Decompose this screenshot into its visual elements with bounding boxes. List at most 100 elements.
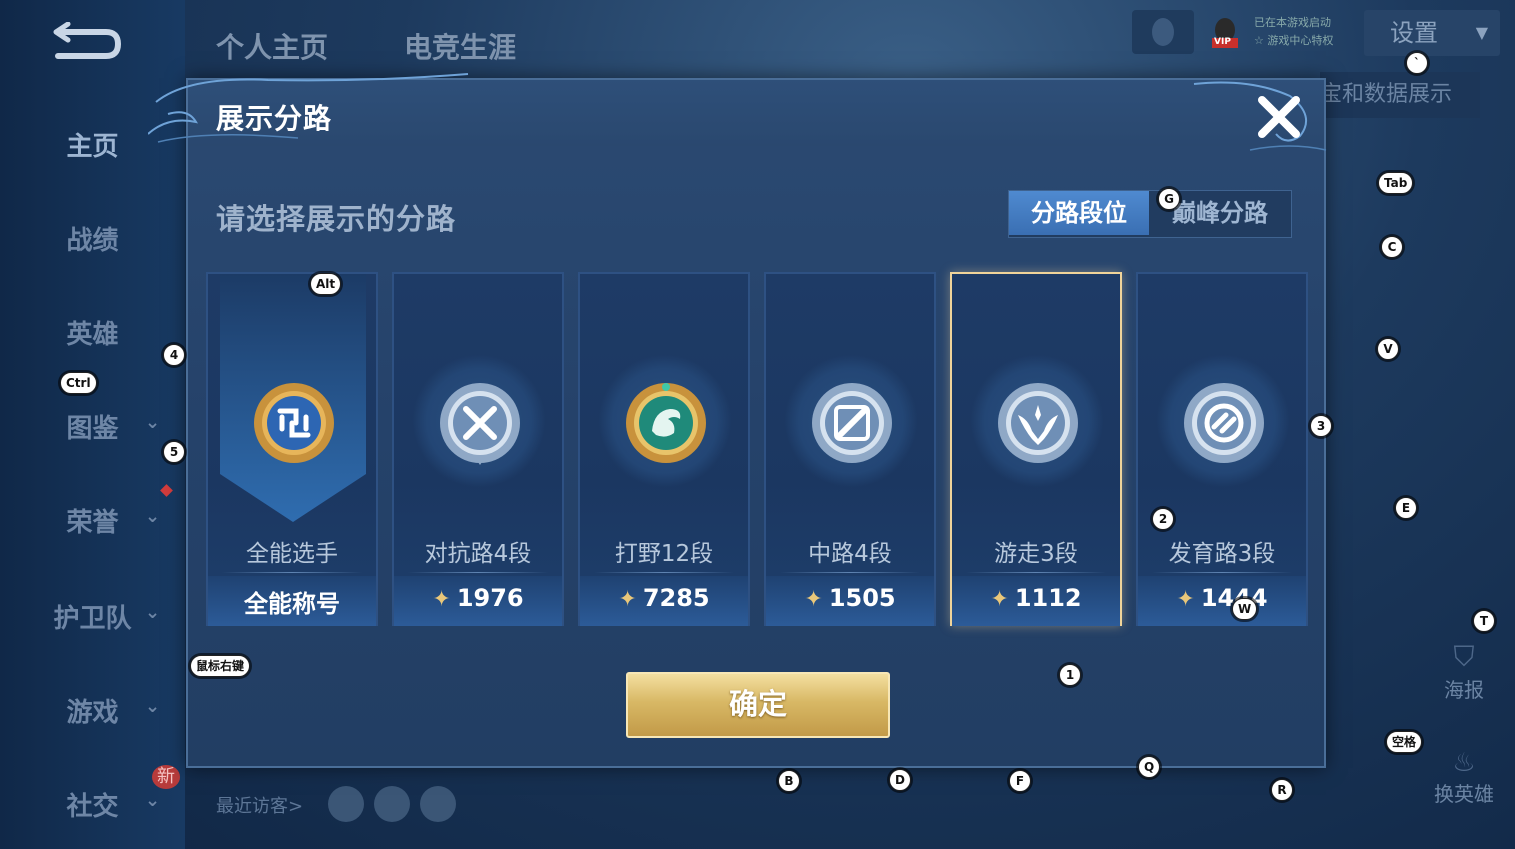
nav-item-records[interactable]: 战绩 [0, 220, 185, 257]
recent-visitors-link[interactable]: 最近访客> [216, 792, 303, 818]
lane-type-toggle: 分路段位 巅峰分路 [1008, 190, 1292, 238]
lane-name: 发育路3段 [1168, 541, 1276, 567]
nav-item-social[interactable]: 社交 ⌄ [0, 786, 185, 823]
tab-personal-home[interactable]: 个人主页 [216, 26, 328, 66]
divider [408, 572, 548, 573]
poster-label: 海报 [1444, 678, 1484, 702]
key-hint: T [1473, 610, 1495, 632]
key-hint: 4 [163, 344, 185, 366]
key-hint: 空格 [1386, 731, 1423, 753]
nav-item-guard-team[interactable]: 护卫队 ⌄ [0, 598, 185, 635]
nav-item-heroes[interactable]: 英雄 [0, 314, 185, 351]
confirm-button[interactable]: 确定 [626, 672, 890, 738]
back-button[interactable] [48, 21, 122, 62]
lane-card-all-round[interactable]: 全能选手 全能称号 [206, 272, 378, 626]
divider [222, 572, 362, 573]
chevron-down-icon: ⌄ [145, 412, 161, 433]
avatar[interactable] [374, 786, 410, 822]
close-button[interactable] [1254, 92, 1304, 142]
key-hint: V [1377, 338, 1399, 360]
key-hint: Alt [310, 273, 342, 295]
nav-item-codex[interactable]: 图鉴 ⌄ [0, 408, 185, 445]
nav-label: 图鉴 [66, 414, 119, 444]
roam-emblem-icon [998, 383, 1078, 463]
vip-text-line: ☆ 游戏中心特权 [1254, 34, 1334, 47]
lane-score: ✦ 1505 [766, 584, 934, 612]
nav-label: 护卫队 [53, 604, 132, 634]
lane-name: 全能选手 [246, 541, 338, 567]
lane-card-farm[interactable]: 发育路3段 ✦ 1444 [1136, 272, 1308, 626]
gem-icon: ✦ [1176, 587, 1195, 612]
flame-icon: ♨ [1452, 748, 1476, 778]
poster-button[interactable]: ⛉ 海报 [1424, 640, 1504, 703]
key-hint: D [889, 769, 911, 791]
gem-icon: ✦ [804, 587, 823, 612]
vip-badge[interactable]: VIP [1206, 14, 1244, 52]
vip-info-text: 已在本游戏启动 ☆ 游戏中心特权 [1254, 14, 1333, 50]
key-hint: F [1009, 770, 1031, 792]
key-hint: 3 [1310, 415, 1332, 437]
clash-lane-emblem-icon [440, 383, 520, 465]
back-arrow-icon [53, 21, 122, 59]
jungle-dragon-emblem-icon [626, 383, 706, 463]
divider [966, 572, 1106, 573]
settings-button[interactable]: 设置 ▼ [1364, 10, 1500, 56]
avatar[interactable] [420, 786, 456, 822]
tab-esports-career[interactable]: 电竞生涯 [404, 26, 516, 66]
chevron-down-icon: ▼ [1475, 23, 1488, 42]
nav-label: 战绩 [66, 226, 119, 256]
all-round-emblem-icon [254, 383, 334, 463]
data-display-button[interactable]: 宝和数据展示 [1320, 72, 1480, 118]
key-hint: 鼠标右键 [190, 655, 251, 677]
lane-value: 全能称号 [244, 590, 340, 618]
change-hero-label: 换英雄 [1434, 782, 1494, 806]
nav-label: 主页 [66, 132, 119, 162]
nav-item-honors[interactable]: 荣誉 ⌄ [0, 502, 185, 539]
chat-button[interactable] [1132, 10, 1194, 54]
lane-score: ✦ 1112 [952, 584, 1120, 612]
lane-card-jungle[interactable]: 打野12段 ✦ 7285 [578, 272, 750, 626]
nav-label: 英雄 [66, 320, 119, 350]
new-badge: 新 [152, 765, 180, 789]
tab-lane-rank[interactable]: 分路段位 [1009, 191, 1149, 235]
show-lane-dialog: 展示分路 请选择展示的分路 分路段位 巅峰分路 全能选手 全能称号 对抗路4段 … [148, 73, 1327, 768]
divider [1152, 572, 1292, 573]
dialog-subtitle: 请选择展示的分路 [216, 202, 457, 236]
settings-label: 设置 [1390, 19, 1438, 47]
lane-value: 1112 [1014, 584, 1082, 612]
key-hint: E [1395, 497, 1417, 519]
divider [594, 572, 734, 573]
key-hint: Q [1138, 756, 1161, 778]
farm-lane-emblem-icon [1184, 383, 1264, 463]
nav-label: 游戏 [66, 698, 119, 728]
lane-score: 全能称号 [208, 584, 376, 619]
key-hint: C [1381, 236, 1403, 258]
avatar[interactable] [328, 786, 364, 822]
gem-icon: ✦ [990, 587, 1009, 612]
mid-lane-emblem-icon [812, 383, 892, 463]
key-hint: 1 [1059, 664, 1081, 686]
key-hint: W [1232, 598, 1258, 620]
data-display-label: 宝和数据展示 [1320, 82, 1453, 107]
nav-label: 荣誉 [66, 508, 119, 538]
key-hint: G [1158, 188, 1180, 210]
lane-value: 7285 [642, 584, 710, 612]
lane-score: ✦ 1444 [1138, 584, 1306, 612]
gem-icon: ✦ [618, 587, 637, 612]
key-hint: R [1271, 779, 1293, 801]
gem-icon: ✦ [432, 587, 451, 612]
change-hero-button[interactable]: ♨ 换英雄 [1424, 748, 1504, 807]
lane-value: 1505 [828, 584, 896, 612]
poster-icon: ⛉ [1453, 640, 1475, 673]
lane-value: 1976 [456, 584, 524, 612]
nav-item-games[interactable]: 游戏 ⌄ [0, 692, 185, 729]
vip-label: VIP [1214, 37, 1231, 47]
vip-text-line: 已在本游戏启动 [1254, 16, 1331, 29]
lane-card-mid[interactable]: 中路4段 ✦ 1505 [764, 272, 936, 626]
key-hint: B [778, 770, 800, 792]
lane-card-clash[interactable]: 对抗路4段 ✦ 1976 [392, 272, 564, 626]
key-hint: Ctrl [60, 372, 97, 394]
lane-card-roam[interactable]: 游走3段 ✦ 1112 [950, 272, 1122, 626]
chevron-down-icon: ⌄ [145, 696, 161, 717]
divider [780, 572, 920, 573]
